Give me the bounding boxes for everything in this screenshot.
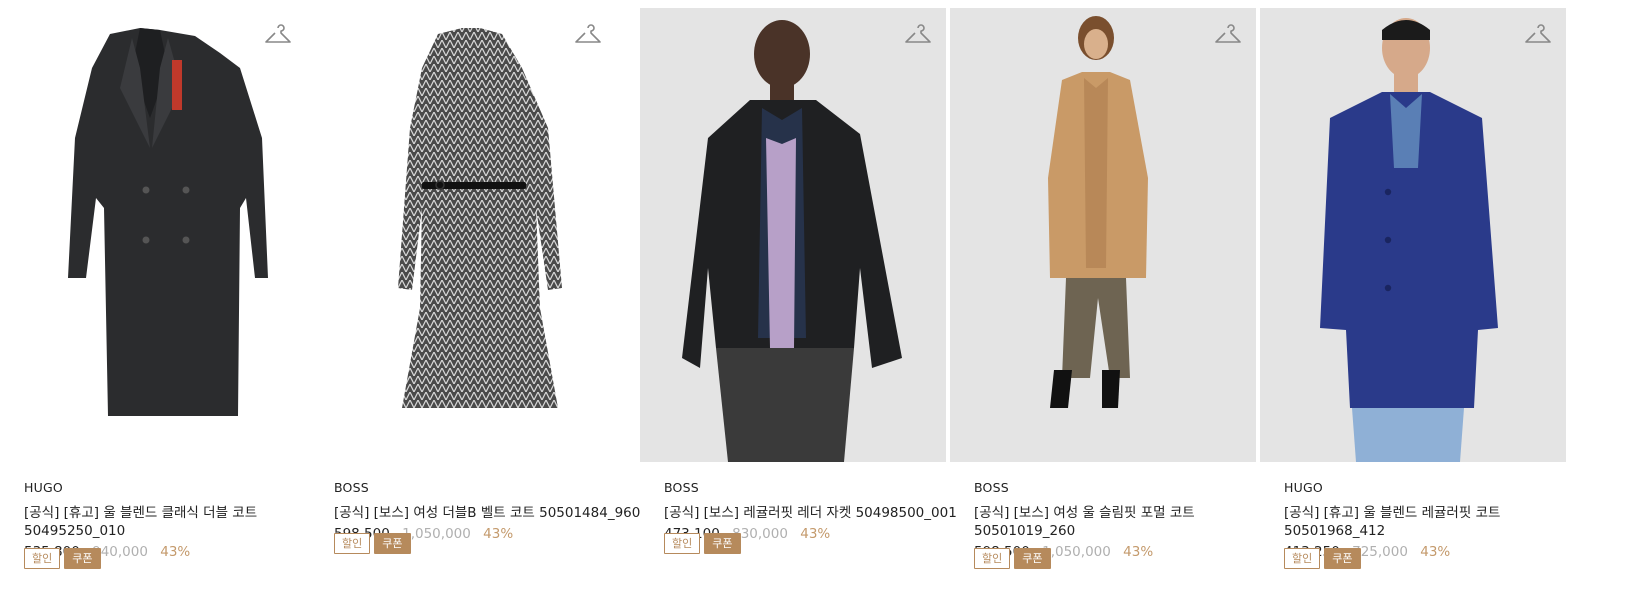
product-title[interactable]: [공식] [보스] 레귤러핏 레더 자켓 50498500_001 [664, 504, 964, 522]
model-image [1320, 18, 1498, 462]
discount-rate: 43% [160, 544, 191, 560]
original-price: 1,050,000 [402, 526, 471, 542]
product-image[interactable] [640, 8, 946, 462]
coupon-badge: 쿠폰 [374, 533, 411, 554]
discount-rate: 43% [1420, 544, 1451, 560]
coupon-badge: 쿠폰 [704, 533, 741, 554]
hanger-icon[interactable] [1524, 24, 1552, 48]
model-image [1048, 16, 1148, 408]
hanger-icon[interactable] [904, 24, 932, 48]
discount-rate: 43% [1123, 544, 1154, 560]
product-image[interactable] [310, 8, 616, 462]
discount-badge: 할인 [664, 533, 701, 554]
brand-name: BOSS [334, 480, 369, 495]
product-card[interactable]: HUGO [공식] [휴고] 울 블렌드 레귤러핏 코트 50501968_41… [1260, 8, 1566, 608]
product-title[interactable]: [공식] [휴고] 울 블렌드 레귤러핏 코트 50501968_412 [1284, 504, 1544, 540]
discount-badge: 할인 [334, 533, 371, 554]
model-image [682, 20, 902, 462]
hanger-icon[interactable] [264, 24, 292, 48]
hanger-icon[interactable] [1214, 24, 1242, 48]
brand-name: HUGO [24, 480, 63, 495]
original-price: 1,050,000 [1042, 544, 1111, 560]
product-image[interactable] [950, 8, 1256, 462]
product-card[interactable]: BOSS [공식] [보스] 여성 더블B 벨트 코트 50501484_960… [310, 8, 640, 608]
product-title[interactable]: [공식] [보스] 여성 더블B 벨트 코트 50501484_960 [334, 504, 640, 522]
badge-group: 할인 쿠폰 [1284, 548, 1361, 569]
product-title[interactable]: [공식] [보스] 여성 울 슬림핏 포멀 코트 50501019_260 [974, 504, 1234, 540]
product-card[interactable]: HUGO [공식] [휴고] 울 블렌드 클래식 더블 코트 50495250_… [0, 8, 306, 608]
product-title[interactable]: [공식] [휴고] 울 블렌드 클래식 더블 코트 50495250_010 [24, 504, 284, 540]
product-card[interactable]: BOSS [공식] [보스] 여성 울 슬림핏 포멀 코트 50501019_2… [950, 8, 1256, 608]
coat-image [68, 28, 268, 416]
product-image[interactable] [1260, 8, 1566, 462]
coupon-badge: 쿠폰 [1324, 548, 1361, 569]
hanger-icon[interactable] [574, 24, 602, 48]
badge-group: 할인 쿠폰 [334, 533, 411, 554]
discount-badge: 할인 [974, 548, 1011, 569]
badge-group: 할인 쿠폰 [24, 548, 101, 569]
discount-badge: 할인 [1284, 548, 1321, 569]
product-card[interactable]: BOSS [공식] [보스] 레귤러핏 레더 자켓 50498500_001 4… [640, 8, 957, 608]
badge-group: 할인 쿠폰 [974, 548, 1051, 569]
product-image[interactable] [0, 8, 306, 462]
brand-name: HUGO [1284, 480, 1323, 495]
discount-rate: 43% [483, 526, 514, 542]
coupon-badge: 쿠폰 [64, 548, 101, 569]
discount-badge: 할인 [24, 548, 61, 569]
discount-rate: 43% [800, 526, 831, 542]
brand-name: BOSS [974, 480, 1009, 495]
brand-name: BOSS [664, 480, 699, 495]
badge-group: 할인 쿠폰 [664, 533, 741, 554]
coupon-badge: 쿠폰 [1014, 548, 1051, 569]
product-grid: HUGO [공식] [휴고] 울 블렌드 클래식 더블 코트 50495250_… [0, 0, 1638, 608]
coat-image [398, 28, 562, 408]
